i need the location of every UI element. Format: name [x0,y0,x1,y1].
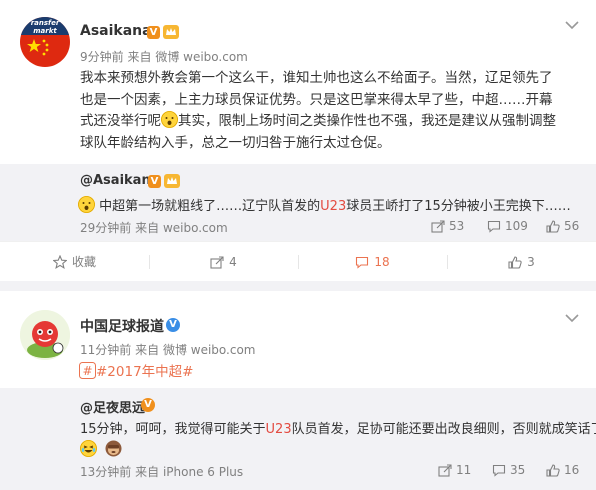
monkey-emoji-icon [105,440,122,457]
source-prefix: 来自 [135,465,160,479]
post-text-line: 也是一个因素，上主力球员保证优势。只是这巴掌来得太早了些，中超……开幕 [80,91,553,108]
like-count: 16 [564,463,580,477]
topic-icon: # [79,362,96,379]
u23-highlight[interactable]: U23 [266,422,292,437]
repost-comment-count[interactable]: 35 [492,463,525,477]
author-name[interactable]: Asaikana [80,23,152,39]
star-icon [52,254,68,269]
post-text-line: 式还没举行呢 其实，限制上场时间之类操作性也不强，我还是建议从强制调整 [80,111,580,133]
svg-text:#: # [82,364,92,378]
source-prefix: 来自 [135,343,160,357]
chevron-down-icon[interactable] [564,20,580,30]
topic-text[interactable]: #2017年中超# [96,364,193,380]
verified-icon[interactable]: V [166,318,180,332]
svg-text:markt: markt [33,27,57,35]
emoji-icon [78,196,95,213]
topic-link[interactable]: # #2017年中超# [79,360,193,380]
favorite-label: 收藏 [71,255,96,269]
reposted-content[interactable]: @Asaikana V 中超第一场就粗线了……辽宁队首发的U23球员王峤打了15… [0,164,596,241]
post-source[interactable]: 微博 weibo.com [155,50,248,64]
chevron-down-icon[interactable] [564,313,580,323]
repost-author[interactable]: @足夜思远 [80,397,145,416]
crown-icon[interactable] [164,174,180,188]
comment-icon [356,256,369,269]
post-time[interactable]: 11分钟前 [80,343,131,357]
emoji-icon [161,111,178,128]
share-count: 53 [449,219,465,233]
favorite-button[interactable]: 收藏 [0,242,149,282]
comment-count: 109 [505,219,528,233]
comment-count: 18 [374,255,390,269]
u23-highlight[interactable]: U23 [320,199,346,214]
source-prefix: 来自 [135,221,160,235]
comment-count: 35 [510,463,526,477]
comment-button[interactable]: 18 [298,242,447,282]
svg-text:ransfer: ransfer [31,19,60,27]
laughing-emoji-icon [80,440,97,457]
reposted-content[interactable]: @足夜思远 V 15分钟，呵呵，我觉得可能关于U23队员首发，足协可能还要出改良… [0,388,596,490]
vip-badge-icon[interactable]: V [148,175,161,188]
post-text-fragment: 式还没举行呢 [80,113,161,129]
crown-icon[interactable] [163,25,179,39]
repost-source[interactable]: weibo.com [163,221,228,235]
post-time[interactable]: 9分钟前 [80,50,124,64]
repost-meta: 13分钟前 来自 iPhone 6 Plus [80,463,243,480]
weibo-post-card: 中国足球报道 V 11分钟前 来自 微博 weibo.com # #2017年中超… [0,291,596,490]
author-name[interactable]: 中国足球报道 [80,316,164,336]
avatar[interactable] [20,310,70,360]
repost-text-fragment: 球员王峤打了15分钟被小王完换下…… [346,199,571,214]
post-text-line: 我本来预想外教会第一个这么干，谁知土帅也这么不给面子。当然，辽足领先了 [80,70,553,86]
share-count: 11 [456,463,472,477]
post-source[interactable]: 微博 weibo.com [163,343,256,357]
verified-icon[interactable]: V [141,398,155,412]
repost-text: 中超第一场就粗线了……辽宁队首发的U23球员王峤打了15分钟被小王完换下…… [78,195,571,214]
repost-time[interactable]: 29分钟前 [80,221,131,235]
repost-like-count[interactable]: 16 [546,463,579,477]
like-icon [546,464,560,477]
like-icon [546,220,560,233]
avatar[interactable]: ransfer markt [20,17,70,67]
repost-emojis [80,439,122,458]
comment-icon [487,220,501,233]
share-button[interactable]: 4 [149,242,298,282]
share-icon [431,220,445,233]
post-text-fragment: 其实，限制上场时间之类操作性也不强，我还是建议从强制调整 [178,113,556,129]
repost-like-count[interactable]: 56 [546,219,579,233]
repost-share-count[interactable]: 11 [438,463,471,477]
weibo-post-card: ransfer markt Asaikana V 9分钟前 来自 微博 weib… [0,0,596,281]
post-meta: 9分钟前 来自 微博 weibo.com [80,48,248,65]
repost-text: 15分钟，呵呵，我觉得可能关于U23队员首发，足协可能还要出改良细则，否则就成笑… [80,418,596,437]
repost-text-fragment: 15分钟，呵呵，我觉得可能关于 [80,422,266,437]
like-count: 56 [564,219,580,233]
like-button[interactable]: 3 [447,242,596,282]
post-text-line: 球队年龄结构入手，总之一切归咎于施行太过仓促。 [80,134,391,151]
post-text: 我本来预想外教会第一个这么干，谁知土帅也这么不给面子。当然，辽足领先了 也是一个… [80,68,580,154]
source-prefix: 来自 [127,50,152,64]
repost-meta: 29分钟前 来自 weibo.com [80,219,228,236]
repost-share-count[interactable]: 53 [431,219,464,233]
repost-text-fragment: 中超第一场就粗线了……辽宁队首发的 [99,199,321,214]
share-icon [438,464,452,477]
share-icon [210,256,224,269]
post-meta: 11分钟前 来自 微博 weibo.com [80,341,256,358]
repost-time[interactable]: 13分钟前 [80,465,131,479]
action-bar: 收藏 4 18 3 [0,241,596,281]
mascot-avatar-icon [20,310,70,360]
share-count: 4 [229,255,237,269]
repost-text-fragment: 队员首发，足协可能还要出改良细则，否则就成笑话了 [291,422,596,437]
flag-avatar-icon: ransfer markt [20,17,70,67]
like-count: 3 [527,255,535,269]
comment-icon [492,464,506,477]
repost-source[interactable]: iPhone 6 Plus [163,465,243,479]
vip-badge-icon[interactable]: V [147,26,160,39]
like-icon [508,256,522,269]
repost-comment-count[interactable]: 109 [487,219,528,233]
